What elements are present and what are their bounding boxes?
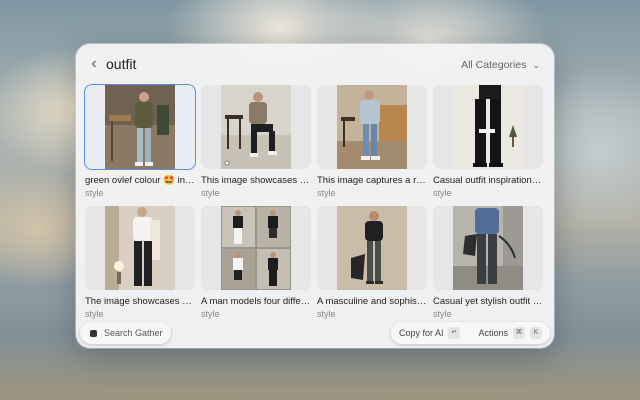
copy-for-ai-button[interactable]: Copy for AI xyxy=(399,328,444,338)
result-card[interactable]: Casual yet stylish outfit in... style xyxy=(433,206,543,323)
result-card[interactable]: A masculine and sophisti... style xyxy=(317,206,427,323)
result-title: green ovlef colour 🤩 in 2... xyxy=(85,175,195,186)
category-label: All Categories xyxy=(461,59,527,71)
search-gather-button[interactable]: Search Gather xyxy=(80,322,171,344)
result-title: Casual outfit inspiration w... xyxy=(433,175,543,186)
k-key: K xyxy=(530,327,542,339)
search-bar: ‹ All Categories ⌄ xyxy=(76,44,554,84)
actions-bar: Copy for AI ↵ Actions ⌘ K xyxy=(390,322,550,344)
result-title: The image showcases a c... xyxy=(85,296,195,307)
result-card[interactable]: green ovlef colour 🤩 in 2... style xyxy=(84,84,196,202)
result-card[interactable]: This image captures a rel... style xyxy=(317,85,427,202)
result-thumbnail xyxy=(433,206,543,290)
command-key-icon: ⌘ xyxy=(513,327,525,339)
result-title: This image showcases a r... xyxy=(201,175,311,186)
gather-logo-icon xyxy=(90,329,97,337)
back-chevron-left-icon[interactable]: ‹ xyxy=(86,56,102,72)
result-title: A man models four differe... xyxy=(201,296,311,307)
result-thumbnail xyxy=(201,206,311,290)
result-thumbnail xyxy=(317,206,427,290)
result-title: A masculine and sophisti... xyxy=(317,296,427,307)
result-tag: style xyxy=(433,188,452,198)
result-title: This image captures a rel... xyxy=(317,175,427,186)
result-card[interactable]: Casual outfit inspiration w... style xyxy=(433,85,543,202)
result-thumbnail xyxy=(201,85,311,169)
footer-bar: Search Gather Copy for AI ↵ Actions ⌘ K xyxy=(76,318,554,348)
result-thumbnail xyxy=(84,84,196,170)
result-title: Casual yet stylish outfit in... xyxy=(433,296,543,307)
actions-button[interactable]: Actions xyxy=(478,328,508,338)
search-input[interactable] xyxy=(106,54,406,74)
return-key-icon: ↵ xyxy=(448,327,461,339)
chevron-down-icon: ⌄ xyxy=(532,59,540,70)
result-thumbnail xyxy=(433,85,543,169)
results-grid: green ovlef colour 🤩 in 2... style This … xyxy=(84,84,547,323)
result-card[interactable]: This image showcases a r... style xyxy=(201,85,311,202)
result-tag: style xyxy=(317,188,336,198)
result-thumbnail xyxy=(317,85,427,169)
result-card[interactable]: The image showcases a c... style xyxy=(85,206,195,323)
result-tag: style xyxy=(85,188,104,198)
category-dropdown[interactable]: All Categories ⌄ xyxy=(461,57,540,73)
result-thumbnail xyxy=(85,206,195,290)
search-gather-label: Search Gather xyxy=(104,328,163,338)
result-card[interactable]: A man models four differe... style xyxy=(201,206,311,323)
result-tag: style xyxy=(201,188,220,198)
search-panel: ‹ All Categories ⌄ xyxy=(76,44,554,348)
